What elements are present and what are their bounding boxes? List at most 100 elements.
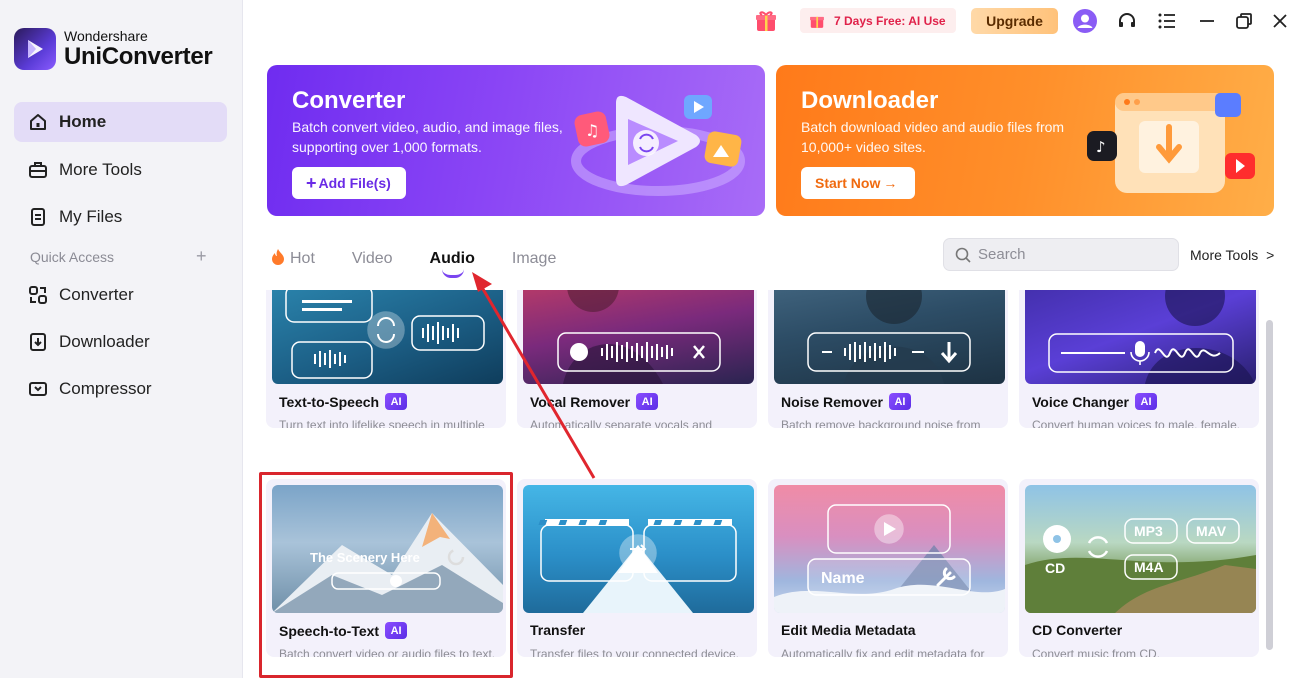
brand-product: UniConverter xyxy=(64,43,213,70)
support-headset-icon[interactable] xyxy=(1115,9,1139,33)
converter-description: Batch convert video, audio, and image fi… xyxy=(292,119,563,155)
sidebar-item-my-files[interactable]: My Files xyxy=(14,197,227,237)
thumbnail-label: M4A xyxy=(1134,559,1164,575)
card-description: Convert human voices to male, female, ch… xyxy=(1032,418,1241,428)
gift-icon[interactable] xyxy=(753,8,779,34)
sidebar-item-label: Converter xyxy=(59,285,134,304)
ai-badge: AI xyxy=(1135,393,1157,410)
tab-label: Audio xyxy=(429,250,475,267)
tab-audio[interactable]: Audio xyxy=(429,244,475,278)
card-text-to-speech[interactable]: Text-to-Speech AI Turn text into lifelike… xyxy=(266,290,506,428)
more-tools-link[interactable]: More Tools > xyxy=(1190,247,1274,263)
plus-icon: + xyxy=(306,172,317,193)
sidebar-item-converter[interactable]: Converter xyxy=(14,275,227,315)
file-icon xyxy=(28,207,48,227)
chevron-right-icon: > xyxy=(1266,247,1275,263)
sidebar-item-label: Home xyxy=(59,112,107,131)
tab-label: Hot xyxy=(290,250,315,267)
vocal-remover-thumbnail xyxy=(523,290,754,384)
ai-badge: AI xyxy=(636,393,659,410)
add-files-button[interactable]: + Add File(s) xyxy=(292,167,406,199)
cd-converter-thumbnail: CD MP3 MAV M4A xyxy=(1025,485,1256,613)
start-now-button[interactable]: Start Now → xyxy=(801,167,915,199)
card-title: Vocal Remover AI xyxy=(530,393,659,410)
card-title-text: Noise Remover xyxy=(781,393,883,410)
speech-to-text-thumbnail: The Scenery Here xyxy=(272,485,503,613)
text-to-speech-thumbnail xyxy=(272,290,503,384)
toolbox-icon xyxy=(28,160,48,180)
card-title: Voice Changer AI xyxy=(1032,393,1157,410)
search-icon xyxy=(955,247,971,263)
svg-text:♪: ♪ xyxy=(1096,138,1106,156)
card-voice-changer[interactable]: Voice Changer AI Convert human voices to … xyxy=(1019,290,1259,428)
upgrade-button[interactable]: Upgrade xyxy=(971,8,1058,34)
card-description: Convert music from CD. xyxy=(1032,647,1161,657)
downloader-description: Batch download video and audio files fro… xyxy=(801,119,1065,155)
card-edit-media-metadata[interactable]: Name Edit Media Metadata Automatically f… xyxy=(768,479,1008,657)
fire-icon xyxy=(271,248,285,270)
card-title: Speech-to-Text AI xyxy=(279,622,408,639)
transfer-thumbnail xyxy=(523,485,754,613)
tool-cards: Text-to-Speech AI Turn text into lifelike… xyxy=(262,290,1262,678)
close-icon[interactable] xyxy=(1268,9,1292,33)
card-cd-converter[interactable]: CD MP3 MAV M4A CD Converter Convert musi… xyxy=(1019,479,1259,657)
downloader-illustration-icon: ♪ xyxy=(1087,93,1255,193)
sidebar-item-home[interactable]: Home xyxy=(14,102,227,142)
add-quick-access-icon[interactable]: + xyxy=(196,246,207,267)
search-box xyxy=(943,238,1179,271)
thumbnail-label: MP3 xyxy=(1134,523,1163,539)
downloader-icon xyxy=(28,332,48,352)
arrow-right-icon: → xyxy=(883,175,898,191)
tab-label: Image xyxy=(511,250,557,267)
tab-video[interactable]: Video xyxy=(352,244,393,274)
sidebar-item-label: My Files xyxy=(59,207,123,226)
home-icon xyxy=(28,112,48,132)
voice-changer-thumbnail xyxy=(1025,290,1256,384)
card-title: Edit Media Metadata xyxy=(781,622,916,638)
card-title-text: Transfer xyxy=(530,622,586,638)
ai-badge: AI xyxy=(385,393,408,410)
more-tools-label: More Tools xyxy=(1190,247,1259,263)
start-now-label: Start Now xyxy=(815,175,881,191)
ai-badge: AI xyxy=(888,393,911,410)
add-files-label: Add File(s) xyxy=(318,175,391,191)
cards-scrollbar[interactable] xyxy=(1266,320,1273,650)
converter-banner[interactable]: Converter Batch convert video, audio, an… xyxy=(267,65,765,216)
card-description: Automatically fix and edit metadata for … xyxy=(781,647,985,657)
minimize-icon[interactable] xyxy=(1195,9,1219,33)
converter-icon xyxy=(28,285,48,305)
sidebar-item-label: More Tools xyxy=(59,160,142,179)
downloader-banner[interactable]: Downloader Batch download video and audi… xyxy=(776,65,1274,216)
card-transfer[interactable]: Transfer Transfer files to your connecte… xyxy=(517,479,757,657)
card-speech-to-text[interactable]: The Scenery Here Speech-to-Text AI Batch … xyxy=(266,479,506,657)
card-description: Turn text into lifelike speech in multip… xyxy=(279,418,485,428)
uniconverter-logo-icon xyxy=(14,28,56,70)
card-vocal-remover[interactable]: Vocal Remover AI Automatically separate v… xyxy=(517,290,757,428)
card-description: Batch remove background noise from video… xyxy=(781,418,981,428)
sidebar-item-more-tools[interactable]: More Tools xyxy=(14,150,227,190)
thumbnail-label: MAV xyxy=(1196,523,1227,539)
menu-icon[interactable] xyxy=(1155,9,1179,33)
sidebar-item-downloader[interactable]: Downloader xyxy=(14,322,227,362)
search-input[interactable] xyxy=(978,246,1168,263)
card-noise-remover[interactable]: Noise Remover AI Batch remove background … xyxy=(768,290,1008,428)
tab-hot[interactable]: Hot xyxy=(271,244,315,274)
card-title: Noise Remover AI xyxy=(781,393,911,410)
sidebar-item-compressor[interactable]: Compressor xyxy=(14,369,227,409)
sidebar-item-label: Compressor xyxy=(59,379,152,398)
converter-title: Converter xyxy=(292,87,406,114)
avatar[interactable] xyxy=(1073,9,1097,33)
sidebar-item-label: Downloader xyxy=(59,332,150,351)
ai-badge: AI xyxy=(385,622,408,639)
tab-label: Video xyxy=(351,250,393,267)
edit-media-metadata-thumbnail: Name xyxy=(774,485,1005,613)
restore-icon[interactable] xyxy=(1232,9,1256,33)
card-title-text: CD Converter xyxy=(1032,622,1123,638)
quick-access-label: Quick Access xyxy=(30,249,115,265)
card-title: CD Converter xyxy=(1032,622,1122,638)
tab-image[interactable]: Image xyxy=(512,244,556,274)
card-title-text: Edit Media Metadata xyxy=(781,622,916,638)
free-ai-promo[interactable]: 7 Days Free: AI Use xyxy=(800,8,956,33)
noise-remover-thumbnail xyxy=(774,290,1005,384)
thumbnail-caption: Name xyxy=(821,570,865,587)
